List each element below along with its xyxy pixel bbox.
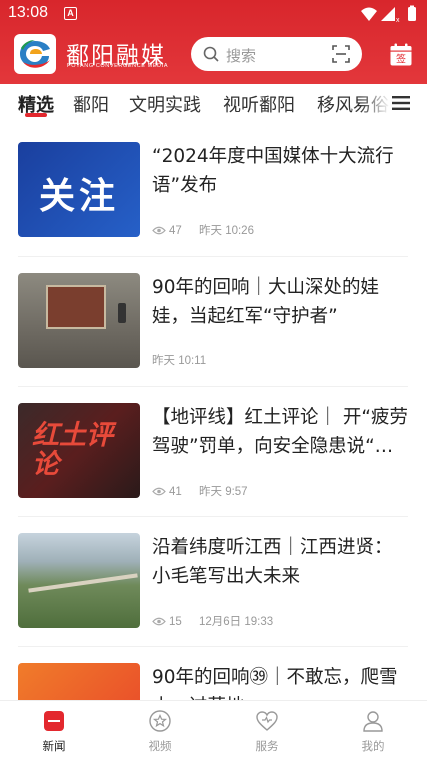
views-icon — [152, 226, 166, 235]
news-title: 【地评线】红土评论｜ 开“疲劳驾驶”罚单，向安全隐患说“… — [152, 407, 408, 457]
signal-icon — [381, 7, 395, 21]
active-tab-indicator — [25, 113, 47, 117]
notification-icon: A — [64, 7, 77, 20]
nav-service[interactable]: 服务 — [227, 701, 307, 759]
brand-subtitle: POYANG CONVERGENCE MEDIA — [67, 63, 169, 69]
status-icons: x — [361, 5, 416, 23]
news-title: “2024年度中国媒体十大流行语”发布 — [152, 146, 394, 196]
views-count: 15 — [169, 616, 182, 628]
divider — [18, 386, 408, 387]
news-item[interactable]: 90年的回响｜大山深处的娃娃，当起红军“守护者” 昨天 10:11 — [0, 273, 427, 403]
nav-label: 我的 — [361, 739, 385, 753]
news-meta: 昨天 10:11 — [152, 352, 206, 368]
status-bar: 13:08 A x — [0, 0, 427, 30]
search-icon — [203, 46, 219, 62]
nav-label: 视频 — [148, 739, 172, 753]
logo-icon — [20, 40, 50, 68]
news-thumbnail: 关注 — [18, 142, 140, 237]
app-header: 13:08 A x 鄱阳融媒 POYANG CONVERGENCE MEDIA … — [0, 0, 427, 84]
scan-icon[interactable] — [332, 45, 350, 63]
news-meta: 47 昨天 10:26 — [152, 222, 254, 238]
nav-profile[interactable]: 我的 — [333, 701, 413, 759]
battery-icon — [408, 7, 416, 21]
thumbnail-caption: 红土评论 — [32, 420, 113, 480]
views-count: 41 — [169, 486, 182, 498]
divider — [18, 646, 408, 647]
signal-x: x — [396, 17, 400, 23]
news-title: 90年的回响㊴｜不敢忘，爬雪山，过草地 — [152, 667, 398, 700]
nav-label: 服务 — [255, 739, 279, 753]
news-title: 沿着纬度听江西｜江西进贤：小毛笔写出大未来 — [152, 537, 393, 587]
wifi-icon — [361, 7, 377, 21]
views-icon — [152, 487, 166, 496]
menu-icon[interactable] — [392, 95, 410, 111]
tab-wenming-shijian[interactable]: 文明实践 — [129, 91, 201, 117]
news-item[interactable]: 90年的回响㊴｜不敢忘，爬雪山，过草地 — [0, 663, 427, 700]
search-placeholder: 搜索 — [226, 47, 257, 65]
sign-in-calendar-icon[interactable]: 签 — [389, 43, 413, 67]
news-thumbnail — [18, 663, 140, 700]
news-meta: 41 昨天 9:57 — [152, 483, 248, 499]
profile-icon — [363, 711, 383, 732]
news-time: 昨天 9:57 — [199, 486, 248, 498]
news-title: 90年的回响｜大山深处的娃娃，当起红军“守护者” — [152, 277, 380, 327]
news-item[interactable]: 关注 “2024年度中国媒体十大流行语”发布 47 昨天 10:26 — [0, 142, 427, 272]
tab-poyang[interactable]: 鄱阳 — [73, 91, 109, 117]
news-thumbnail: 红土评论 — [18, 403, 140, 498]
divider — [18, 256, 408, 257]
nav-video[interactable]: 视频 — [120, 701, 200, 759]
road-image — [28, 573, 138, 593]
news-time: 昨天 10:26 — [199, 225, 254, 237]
news-meta: 15 12月6日 19:33 — [152, 613, 273, 629]
divider — [18, 516, 408, 517]
app-logo[interactable] — [14, 34, 56, 74]
news-icon — [44, 711, 64, 731]
plaque-image — [46, 285, 106, 329]
lamp-image — [118, 303, 126, 323]
views-icon — [152, 617, 166, 626]
tabs-fade — [360, 84, 390, 124]
news-thumbnail — [18, 533, 140, 628]
thumbnail-caption: 关注 — [38, 176, 119, 217]
bottom-navigation: 新闻 视频 服务 我的 — [0, 700, 427, 759]
service-heart-icon — [256, 711, 278, 731]
sign-label: 签 — [396, 53, 406, 66]
status-time: 13:08 — [8, 4, 49, 21]
tab-shiting-poyang[interactable]: 视听鄱阳 — [223, 91, 295, 117]
news-time: 12月6日 19:33 — [199, 616, 274, 628]
news-thumbnail — [18, 273, 140, 368]
news-item[interactable]: 红土评论 【地评线】红土评论｜ 开“疲劳驾驶”罚单，向安全隐患说“… 41 昨天… — [0, 403, 427, 533]
video-icon — [149, 710, 171, 732]
search-bar[interactable]: 搜索 — [191, 37, 362, 71]
news-item[interactable]: 沿着纬度听江西｜江西进贤：小毛笔写出大未来 15 12月6日 19:33 — [0, 533, 427, 663]
nav-label: 新闻 — [42, 739, 66, 753]
nav-news[interactable]: 新闻 — [14, 701, 94, 759]
views-count: 47 — [169, 225, 182, 237]
news-time: 昨天 10:11 — [152, 355, 207, 367]
